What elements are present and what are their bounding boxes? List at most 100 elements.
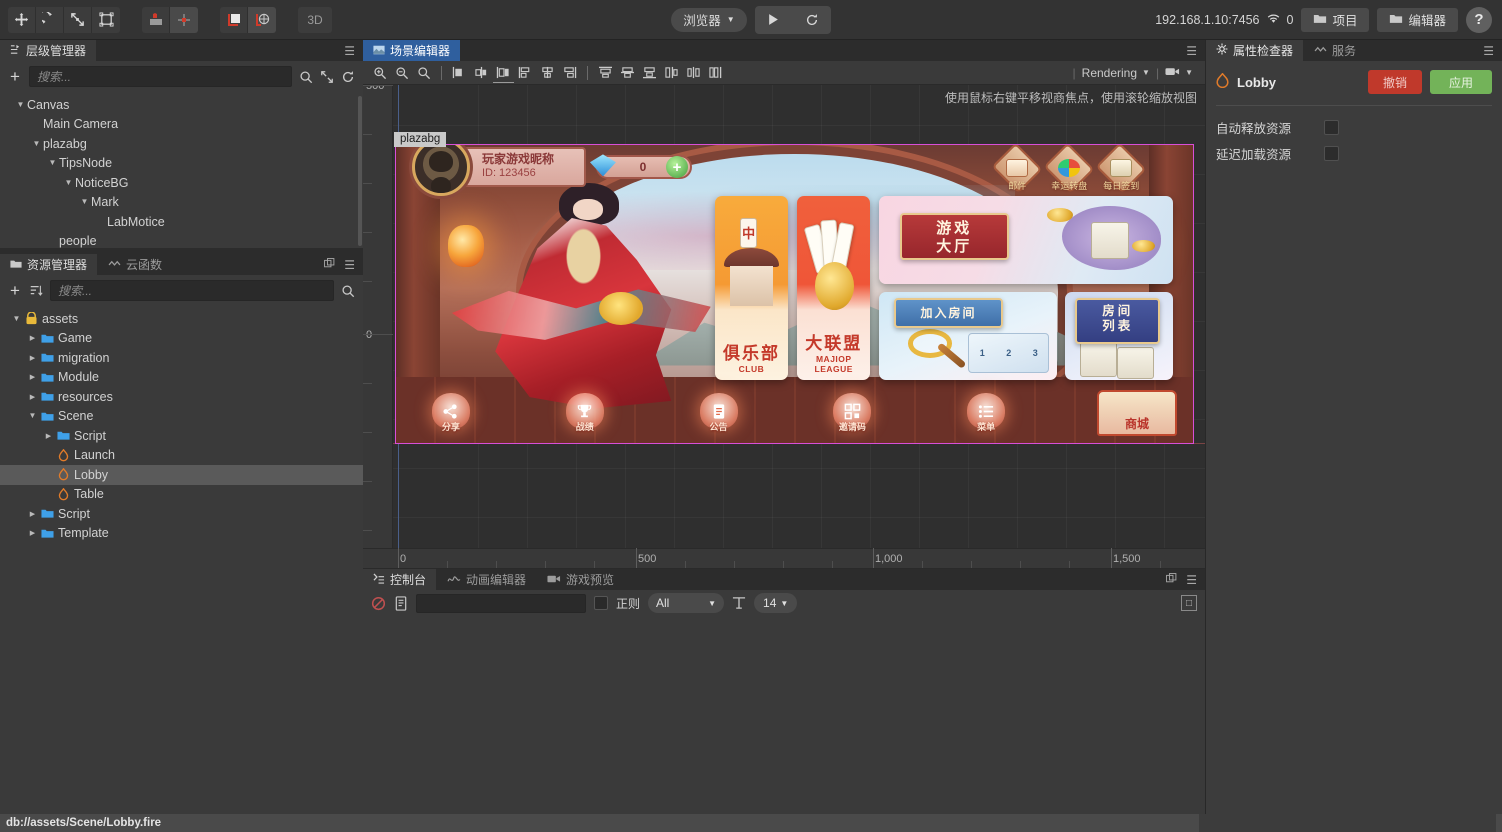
hamburger-menu-icon[interactable]: ☰	[1483, 45, 1494, 57]
clear-console-icon[interactable]	[371, 596, 386, 611]
hierarchy-search-input[interactable]	[29, 66, 292, 87]
collapse-all-icon[interactable]	[320, 70, 334, 84]
scale-tool-button[interactable]	[64, 7, 92, 33]
tree-item-mark[interactable]: Mark	[0, 193, 363, 213]
sort-icon[interactable]	[29, 284, 43, 298]
tab-animation-editor[interactable]: 动画编辑器	[437, 569, 537, 590]
notice-button[interactable]: 公告	[696, 393, 742, 433]
tree-item-script[interactable]: Script	[0, 426, 363, 446]
apply-button[interactable]: 应用	[1430, 70, 1492, 94]
tree-item-assets[interactable]: assets	[0, 309, 363, 329]
tree-item-launch[interactable]: Launch	[0, 446, 363, 466]
dist-top-icon[interactable]	[661, 63, 682, 83]
popout-icon[interactable]	[1166, 573, 1177, 586]
hamburger-menu-icon[interactable]: ☰	[344, 259, 355, 271]
tree-item-lobby[interactable]: Lobby	[0, 465, 363, 485]
regex-checkbox[interactable]	[594, 596, 608, 610]
editor-settings-button[interactable]: 编辑器	[1377, 8, 1458, 32]
tree-item-resources[interactable]: resources	[0, 387, 363, 407]
project-settings-button[interactable]: 项目	[1301, 8, 1369, 32]
console-filter-input[interactable]	[416, 594, 586, 613]
rect-tool-button[interactable]	[92, 7, 120, 33]
tree-item-people[interactable]: people	[0, 232, 363, 249]
records-button[interactable]: 战绩	[562, 393, 608, 433]
tree-item-migration[interactable]: migration	[0, 348, 363, 368]
daily-signin-button[interactable]: 每日签到	[1101, 151, 1141, 192]
tree-item-main-camera[interactable]: Main Camera	[0, 115, 363, 135]
game-hall-button[interactable]: 游戏 大厅	[879, 196, 1173, 285]
scene-viewport[interactable]: 使用鼠标右键平移视商焦点，使用滚轮缩放视图 plazabg	[363, 85, 1205, 568]
share-button[interactable]: 分享	[428, 393, 474, 433]
league-card-button[interactable]: 大联盟 MAJIOP LEAGUE	[797, 196, 870, 381]
gem-balance[interactable]: 0 +	[596, 155, 692, 179]
dist-h-center-icon[interactable]	[537, 63, 558, 83]
invite-code-button[interactable]: 邀请码	[829, 393, 875, 433]
pivot-tool-button[interactable]	[142, 7, 170, 33]
tree-toggle-arrow-icon[interactable]	[26, 529, 39, 537]
move-tool-button[interactable]	[8, 7, 36, 33]
center-tool-button[interactable]	[170, 7, 198, 33]
align-top-icon[interactable]	[595, 63, 616, 83]
tab-hierarchy[interactable]: 层级管理器	[0, 40, 97, 61]
tree-toggle-arrow-icon[interactable]	[30, 140, 43, 148]
add-node-button[interactable]: +	[8, 68, 22, 85]
align-left-icon[interactable]	[449, 63, 470, 83]
tree-toggle-arrow-icon[interactable]	[26, 334, 39, 342]
align-right-icon[interactable]	[493, 63, 514, 83]
align-h-center-icon[interactable]	[471, 63, 492, 83]
camera-select[interactable]: ▼	[1165, 66, 1193, 80]
tree-item-table[interactable]: Table	[0, 485, 363, 505]
tree-toggle-arrow-icon[interactable]	[42, 432, 55, 440]
refresh-button[interactable]	[793, 6, 831, 34]
tab-inspector[interactable]: 属性检查器	[1206, 40, 1304, 61]
align-bottom-icon[interactable]	[639, 63, 660, 83]
tree-item-module[interactable]: Module	[0, 368, 363, 388]
tree-toggle-arrow-icon[interactable]	[62, 179, 75, 187]
tab-scene-editor[interactable]: 场景编辑器	[363, 40, 461, 61]
log-file-icon[interactable]	[394, 596, 408, 611]
hierarchy-tree[interactable]: CanvasMain CameraplazabgTipsNodeNoticeBG…	[0, 92, 363, 248]
tree-toggle-arrow-icon[interactable]	[26, 393, 39, 401]
tree-item-scene[interactable]: Scene	[0, 407, 363, 427]
add-gems-button[interactable]: +	[666, 156, 688, 178]
global-coord-tool-button[interactable]	[248, 7, 276, 33]
dist-right-icon[interactable]	[559, 63, 580, 83]
align-v-center-icon[interactable]	[617, 63, 638, 83]
zoom-in-icon[interactable]	[369, 63, 390, 83]
hamburger-menu-icon[interactable]: ☰	[1186, 574, 1197, 586]
search-icon[interactable]	[341, 284, 355, 298]
hamburger-menu-icon[interactable]: ☰	[1186, 45, 1197, 57]
tree-toggle-arrow-icon[interactable]	[26, 373, 39, 381]
hierarchy-scrollbar[interactable]	[358, 96, 362, 246]
search-icon[interactable]	[299, 70, 313, 84]
tab-console[interactable]: 控制台	[363, 569, 437, 590]
club-card-button[interactable]: 中 俱乐部 CLUB	[715, 196, 788, 381]
zoom-out-icon[interactable]	[391, 63, 412, 83]
game-canvas-frame[interactable]: 玩家游戏昵称 ID: 123456 0 +	[396, 145, 1193, 443]
tree-item-tipsnode[interactable]: TipsNode	[0, 154, 363, 174]
zoom-reset-icon[interactable]	[413, 63, 434, 83]
help-button[interactable]: ?	[1466, 7, 1492, 33]
shop-button[interactable]: 商城	[1097, 390, 1177, 436]
popout-icon[interactable]	[324, 258, 335, 271]
rotate-tool-button[interactable]	[36, 7, 64, 33]
dist-v-center-icon[interactable]	[683, 63, 704, 83]
sync-icon[interactable]	[341, 70, 355, 84]
mail-button[interactable]: 邮件	[997, 151, 1037, 192]
menu-button[interactable]: 菜单	[963, 393, 1009, 433]
console-expand-button[interactable]: □	[1181, 595, 1197, 611]
tree-item-canvas[interactable]: Canvas	[0, 95, 363, 115]
tab-game-preview[interactable]: 游戏预览	[537, 569, 625, 590]
rendering-mode-select[interactable]: Rendering ▼	[1082, 66, 1150, 80]
tab-assets[interactable]: 资源管理器	[0, 254, 98, 275]
log-level-select[interactable]: All ▼	[648, 593, 724, 613]
assets-search-input[interactable]	[50, 280, 334, 301]
tree-toggle-arrow-icon[interactable]	[78, 198, 91, 206]
tab-services[interactable]: 服务	[1304, 40, 1367, 61]
tree-toggle-arrow-icon[interactable]	[10, 315, 23, 323]
dist-bottom-icon[interactable]	[705, 63, 726, 83]
tree-toggle-arrow-icon[interactable]	[46, 159, 59, 167]
add-asset-button[interactable]: +	[8, 282, 22, 299]
dimension-toggle-button[interactable]: 3D	[298, 7, 332, 33]
tree-toggle-arrow-icon[interactable]	[14, 101, 27, 109]
